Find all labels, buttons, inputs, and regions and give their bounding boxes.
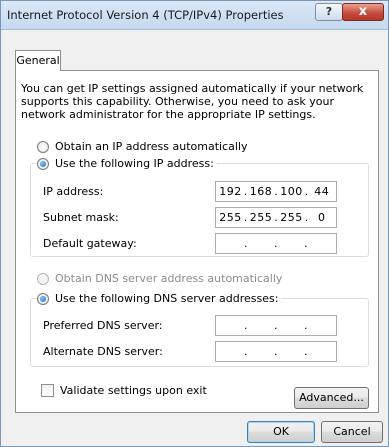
use-ip-manual-radio[interactable]	[37, 157, 49, 170]
advanced-button[interactable]: Advanced...	[294, 387, 369, 409]
ip-octet: 255	[280, 211, 303, 224]
validate-label: Validate settings upon exit	[60, 384, 207, 397]
title-bar[interactable]: Internet Protocol Version 4 (TCP/IPv4) P…	[1, 1, 388, 30]
obtain-ip-auto-radio[interactable]	[37, 140, 49, 153]
default-gateway-field[interactable]: ...	[215, 233, 337, 254]
use-ip-manual-option[interactable]: Use the following IP address:	[37, 157, 217, 170]
ip-address-field[interactable]: 192. 168. 100. 44	[215, 181, 337, 202]
close-button[interactable]: x	[342, 3, 384, 21]
ip-octet: 255	[219, 211, 242, 224]
ip-address-label: IP address:	[43, 185, 104, 198]
obtain-dns-auto-radio	[37, 272, 49, 285]
validate-checkbox[interactable]	[41, 384, 54, 397]
tab-general[interactable]: General	[15, 50, 61, 71]
window-title: Internet Protocol Version 4 (TCP/IPv4) P…	[7, 8, 284, 22]
ip-octet: 192	[219, 185, 242, 198]
alternate-dns-label: Alternate DNS server:	[43, 345, 163, 358]
validate-option[interactable]: Validate settings upon exit	[41, 384, 207, 397]
dialog-window: Internet Protocol Version 4 (TCP/IPv4) P…	[0, 0, 389, 447]
ip-octet: 44	[314, 185, 330, 198]
preferred-dns-field[interactable]: ...	[215, 315, 337, 336]
use-ip-manual-label: Use the following IP address:	[55, 157, 214, 170]
default-gateway-label: Default gateway:	[43, 237, 137, 250]
obtain-dns-auto-option: Obtain DNS server address automatically	[37, 272, 282, 285]
ip-octet: 100	[280, 185, 303, 198]
obtain-ip-auto-option[interactable]: Obtain an IP address automatically	[37, 140, 248, 153]
alternate-dns-field[interactable]: ...	[215, 341, 337, 362]
ip-octet: 168	[249, 185, 273, 198]
preferred-dns-label: Preferred DNS server:	[43, 319, 163, 332]
description-text: You can get IP settings assigned automat…	[21, 82, 364, 121]
ip-octet: 0	[318, 211, 326, 224]
obtain-dns-auto-label: Obtain DNS server address automatically	[55, 272, 283, 285]
ok-button[interactable]: OK	[247, 421, 315, 443]
help-button[interactable]: ?	[315, 3, 343, 21]
cancel-button[interactable]: Cancel	[321, 421, 383, 443]
use-dns-manual-option[interactable]: Use the following DNS server addresses:	[37, 292, 282, 305]
ip-octet: 255	[249, 211, 273, 224]
use-dns-manual-radio[interactable]	[37, 292, 49, 305]
obtain-ip-auto-label: Obtain an IP address automatically	[55, 140, 248, 153]
subnet-mask-field[interactable]: 255. 255. 255. 0	[215, 207, 337, 228]
subnet-mask-label: Subnet mask:	[43, 211, 119, 224]
use-dns-manual-label: Use the following DNS server addresses:	[55, 292, 279, 305]
